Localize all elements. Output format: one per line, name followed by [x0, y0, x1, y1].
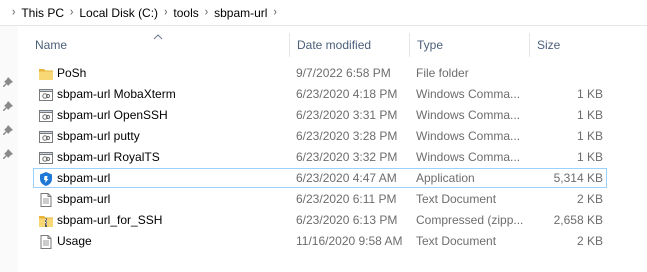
- column-header-date-modified[interactable]: Date modified: [289, 33, 409, 57]
- pin-icon[interactable]: [2, 125, 14, 137]
- shortcut-file-icon: [38, 87, 54, 103]
- file-size: 5,314 KB: [553, 171, 603, 185]
- breadcrumb-this-pc[interactable]: This PC: [21, 6, 64, 20]
- chevron-right-icon[interactable]: ›: [205, 6, 208, 19]
- file-date-modified: 6/23/2020 3:32 PM: [296, 150, 398, 164]
- file-date-modified: 6/23/2020 4:18 PM: [296, 87, 398, 101]
- file-name: Usage: [57, 234, 92, 248]
- file-row[interactable]: sbpam-url putty 6/23/2020 3:28 PM Windows …: [33, 126, 607, 146]
- chevron-right-icon[interactable]: ›: [70, 6, 73, 19]
- file-date-modified: 6/23/2020 3:28 PM: [296, 129, 398, 143]
- file-size: 1 KB: [576, 87, 603, 101]
- file-date-modified: 6/23/2020 6:11 PM: [296, 192, 397, 206]
- shortcut-file-icon: [38, 129, 54, 145]
- chevron-right-icon[interactable]: ›: [273, 6, 276, 19]
- file-date-modified: 9/7/2022 6:58 PM: [296, 66, 391, 80]
- breadcrumb-sbpam-url[interactable]: sbpam-url: [214, 6, 267, 20]
- file-name: sbpam-url_for_SSH: [57, 213, 163, 227]
- file-type: Text Document: [416, 192, 497, 206]
- file-type: Windows Comma...: [416, 87, 521, 101]
- file-type: File folder: [416, 66, 469, 80]
- file-row[interactable]: sbpam-url RoyalTS 6/23/2020 3:32 PM Window…: [33, 147, 607, 167]
- breadcrumb: › This PC › Local Disk (C:) › tools › sb…: [0, 0, 647, 26]
- file-row[interactable]: sbpam-url MobaXterm 6/23/2020 4:18 PM Wind…: [33, 84, 607, 104]
- file-row[interactable]: sbpam-url 6/23/2020 4:47 AM Application 5,3…: [33, 168, 607, 188]
- chevron-right-icon: ›: [12, 5, 16, 20]
- file-name: sbpam-url: [57, 171, 111, 185]
- file-date-modified: 6/23/2020 4:47 AM: [296, 171, 397, 185]
- file-size: 1 KB: [576, 129, 603, 143]
- file-name: sbpam-url putty: [57, 129, 140, 143]
- zip-folder-icon: [38, 213, 54, 229]
- file-name: sbpam-url MobaXterm: [57, 87, 176, 101]
- shortcut-file-icon: [38, 108, 54, 124]
- file-row[interactable]: sbpam-url OpenSSH 6/23/2020 3:31 PM Window…: [33, 105, 607, 125]
- breadcrumb-tools[interactable]: tools: [173, 6, 198, 20]
- shortcut-file-icon: [38, 150, 54, 166]
- file-type: Text Document: [416, 234, 497, 248]
- file-type: Compressed (zipp...: [416, 213, 524, 227]
- file-row[interactable]: Usage 11/16/2020 9:58 AM Text Document 2 KB: [33, 231, 607, 251]
- file-size: 2 KB: [576, 192, 603, 206]
- text-document-icon: [38, 234, 54, 250]
- file-type: Windows Comma...: [416, 129, 521, 143]
- file-size: [531, 64, 603, 83]
- file-size: 2 KB: [576, 234, 603, 248]
- file-date-modified: 6/23/2020 6:13 PM: [296, 213, 398, 227]
- folder-icon: [38, 66, 54, 82]
- file-size: 2,658 KB: [553, 213, 603, 227]
- file-row[interactable]: sbpam-url_for_SSH 6/23/2020 6:13 PM Compre…: [33, 210, 607, 230]
- text-document-icon: [38, 192, 54, 208]
- file-type: Application: [416, 171, 475, 185]
- column-header-row: Name Date modified Type Size: [28, 33, 608, 57]
- column-header-type[interactable]: Type: [409, 33, 529, 57]
- application-icon: [38, 171, 54, 187]
- file-date-modified: 6/23/2020 3:31 PM: [296, 108, 398, 122]
- file-name: sbpam-url RoyalTS: [57, 150, 160, 164]
- file-row[interactable]: sbpam-url 6/23/2020 6:11 PM Text Document 2…: [33, 189, 607, 209]
- file-date-modified: 11/16/2020 9:58 AM: [296, 234, 403, 248]
- file-name: sbpam-url: [57, 192, 111, 206]
- file-type: Windows Comma...: [416, 108, 521, 122]
- file-row[interactable]: PoSh 9/7/2022 6:58 PM File folder: [33, 63, 607, 83]
- file-name: PoSh: [57, 66, 87, 80]
- chevron-right-icon[interactable]: ›: [164, 6, 167, 19]
- column-header-name[interactable]: Name: [28, 33, 289, 57]
- column-header-size[interactable]: Size: [529, 33, 608, 57]
- pin-icon[interactable]: [2, 149, 14, 161]
- pin-icon[interactable]: [2, 101, 14, 113]
- file-size: 1 KB: [576, 150, 603, 164]
- navigation-pane: [0, 26, 18, 272]
- file-size: 1 KB: [576, 108, 603, 122]
- pin-icon[interactable]: [2, 77, 14, 89]
- file-type: Windows Comma...: [416, 150, 521, 164]
- breadcrumb-local-disk[interactable]: Local Disk (C:): [79, 6, 158, 20]
- file-name: sbpam-url OpenSSH: [57, 108, 168, 122]
